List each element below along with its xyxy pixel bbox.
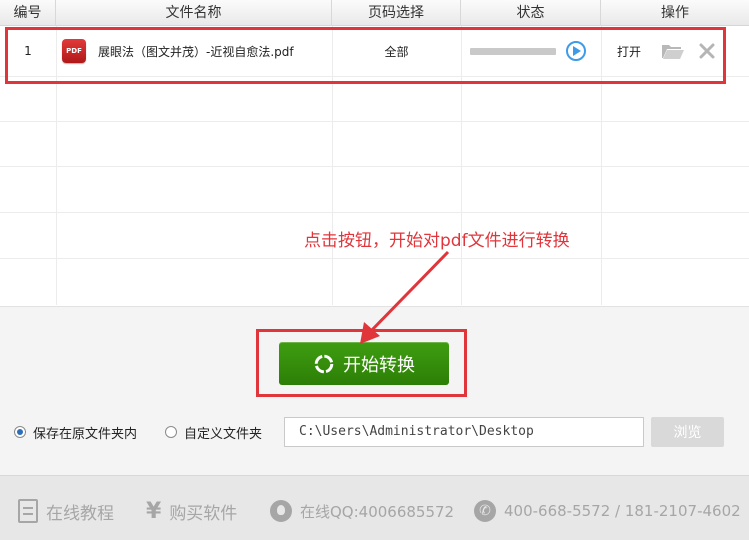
header-filename: 文件名称 [56,0,332,26]
header-actions: 操作 [661,5,689,21]
table-header: 编号 文件名称 页码选择 状态 操作 [0,0,749,26]
phone-icon [474,500,496,522]
open-file-link[interactable]: 打开 [617,43,641,60]
save-original-radio[interactable] [14,426,26,438]
footer-phone: 400-668-5572 / 181-2107-4602 [474,496,741,526]
custom-folder-label: 自定义文件夹 [184,426,263,442]
header-status: 状态 [461,0,601,26]
custom-folder-radio[interactable] [165,426,177,438]
yen-icon: ¥ [146,498,162,524]
custom-folder-option[interactable]: 自定义文件夹 [165,418,262,446]
close-icon[interactable] [699,43,715,59]
start-convert-button[interactable]: 开始转换 [279,342,449,385]
row-filename-cell: PDF 展眼法（图文并茂）-近视自愈法.pdf [62,26,327,76]
output-path-input[interactable]: C:\Users\Administrator\Desktop [284,417,644,447]
row-filename: 展眼法（图文并茂）-近视自愈法.pdf [98,44,294,59]
save-original-label: 保存在原文件夹内 [33,426,138,442]
annotation-text: 点击按钮，开始对pdf文件进行转换 [304,231,570,251]
pdf-file-icon: PDF [62,39,86,63]
play-icon[interactable] [566,41,586,61]
folder-open-icon[interactable] [661,42,685,60]
footer-qq-link[interactable]: 在线QQ:4006685572 [270,496,454,526]
footer-bar: 在线教程 ¥ 购买软件 在线QQ:4006685572 400-668-5572… [0,475,749,540]
footer-tutorial-link[interactable]: 在线教程 [18,496,114,526]
footer-qq-label: 在线QQ:4006685572 [300,502,455,521]
header-page-select: 页码选择 [332,0,461,26]
row-actions-cell: 打开 [617,26,747,76]
footer-phone-label: 400-668-5572 / 181-2107-4602 [504,502,741,520]
progress-bar [470,47,556,55]
row-status-cell [470,26,595,76]
footer-tutorial-label: 在线教程 [46,503,114,524]
browse-button[interactable]: 浏览 [651,417,724,447]
file-table: 编号 文件名称 页码选择 状态 操作 1 PDF 展眼法（图文并茂）-近视自愈法… [0,0,749,305]
document-icon [18,499,38,523]
row-page-select[interactable]: 全部 [332,26,461,76]
table-row[interactable]: 1 PDF 展眼法（图文并茂）-近视自愈法.pdf 全部 打开 [0,26,749,76]
header-index: 编号 [0,0,56,26]
refresh-icon [314,354,334,373]
footer-buy-link[interactable]: ¥ 购买软件 [146,496,237,526]
row-index: 1 [24,44,32,58]
save-original-option[interactable]: 保存在原文件夹内 [14,418,137,446]
footer-buy-label: 购买软件 [169,503,238,524]
start-convert-label: 开始转换 [343,354,415,376]
qq-icon [270,500,292,522]
